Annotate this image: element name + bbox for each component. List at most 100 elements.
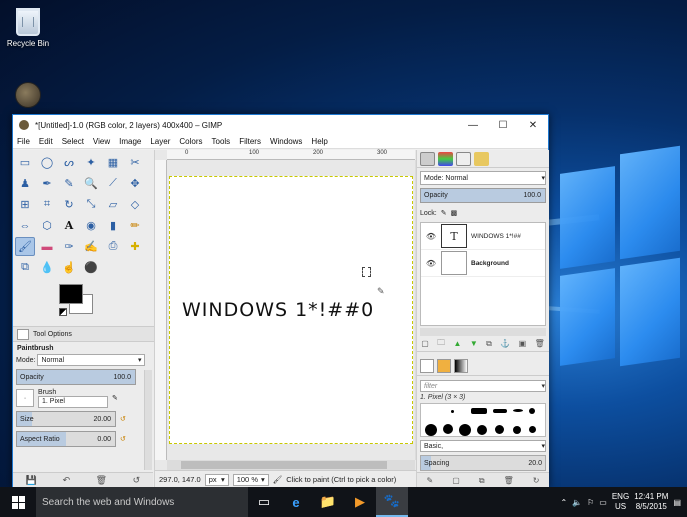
cage-transform-tool-icon[interactable]: ⬡ bbox=[37, 216, 57, 235]
layers-tab-icon[interactable] bbox=[420, 151, 435, 166]
delete-brush-icon[interactable]: 🗑 bbox=[504, 476, 514, 485]
layers-horizontal-scrollbar[interactable] bbox=[420, 328, 546, 336]
save-options-icon[interactable]: 💾 bbox=[26, 475, 37, 486]
color-select-tool-icon[interactable]: ▦ bbox=[103, 153, 123, 172]
brush-name-field[interactable]: 1. Pixel bbox=[38, 395, 108, 408]
scale-tool-icon[interactable]: ⤡ bbox=[81, 195, 101, 214]
size-slider[interactable]: Size 20.00 bbox=[16, 411, 116, 427]
eraser-tool-icon[interactable]: ▬ bbox=[37, 237, 57, 256]
brush-swatch[interactable] bbox=[529, 426, 536, 433]
rotate-tool-icon[interactable]: ↻ bbox=[59, 195, 79, 214]
blur-tool-icon[interactable]: 💧 bbox=[37, 258, 57, 277]
menu-image[interactable]: Image bbox=[119, 137, 141, 146]
layer-mode-select[interactable]: Mode: Normal ▾ bbox=[420, 171, 546, 185]
anchor-layer-icon[interactable]: ⚓ bbox=[500, 339, 510, 348]
heal-tool-icon[interactable]: ✚ bbox=[125, 237, 145, 256]
brush-grid[interactable] bbox=[420, 403, 546, 437]
action-center-warning-icon[interactable]: ⚐ bbox=[587, 498, 594, 507]
refresh-brushes-icon[interactable]: ↻ bbox=[533, 476, 540, 485]
menu-view[interactable]: View bbox=[93, 137, 110, 146]
chevron-up-icon[interactable]: ⌃ bbox=[560, 498, 567, 507]
perspective-tool-icon[interactable]: ◇ bbox=[125, 195, 145, 214]
new-layer-icon[interactable]: ▢ bbox=[421, 339, 429, 348]
gimp-shortcut[interactable] bbox=[3, 82, 53, 112]
tool-options-scrollbar[interactable] bbox=[144, 370, 152, 470]
layer-item[interactable]: 👁 T WINDOWS 1*!## bbox=[421, 223, 545, 250]
taskbar-search-box[interactable]: Search the web and Windows bbox=[36, 487, 248, 517]
brush-preset-select[interactable]: Basic, ▾ bbox=[420, 440, 546, 452]
edit-brush-icon[interactable]: ✎ bbox=[427, 476, 434, 485]
layer-item[interactable]: 👁 Background bbox=[421, 250, 545, 277]
foreground-select-tool-icon[interactable]: ♟ bbox=[15, 174, 35, 193]
menu-help[interactable]: Help bbox=[311, 137, 327, 146]
ink-tool-icon[interactable]: ✍ bbox=[81, 237, 101, 256]
brush-swatch[interactable] bbox=[513, 409, 523, 412]
tool-options-tab[interactable]: Tool Options bbox=[13, 326, 154, 342]
menu-file[interactable]: File bbox=[17, 137, 30, 146]
gimp-taskbar-icon[interactable]: 🐾 bbox=[376, 487, 408, 517]
airbrush-tool-icon[interactable]: ✑ bbox=[59, 237, 79, 256]
brush-swatch[interactable] bbox=[477, 425, 487, 435]
action-center-icon[interactable]: ▤ bbox=[673, 498, 681, 507]
menu-tools[interactable]: Tools bbox=[212, 137, 231, 146]
vertical-ruler[interactable] bbox=[155, 160, 167, 460]
clock[interactable]: 12:41 PM 8/5/2015 bbox=[634, 492, 668, 512]
brush-swatch[interactable] bbox=[471, 408, 487, 414]
duplicate-brush-icon[interactable]: ⧉ bbox=[479, 476, 485, 486]
close-button[interactable]: ✕ bbox=[518, 115, 548, 135]
maximize-button[interactable]: ☐ bbox=[488, 115, 518, 135]
smudge-tool-icon[interactable]: ☝ bbox=[59, 258, 79, 277]
new-brush-icon[interactable]: ▢ bbox=[452, 476, 460, 485]
pencil-tool-icon[interactable]: ✏ bbox=[125, 216, 145, 235]
volume-icon[interactable]: 🔈 bbox=[572, 498, 582, 507]
brushes-tab-icon[interactable] bbox=[420, 358, 434, 373]
aspect-slider[interactable]: Aspect Ratio 0.00 bbox=[16, 431, 116, 447]
paths-tab-icon[interactable] bbox=[456, 151, 471, 166]
menu-windows[interactable]: Windows bbox=[270, 137, 302, 146]
fuzzy-select-tool-icon[interactable]: ✦ bbox=[81, 153, 101, 172]
bucket-fill-tool-icon[interactable]: ◉ bbox=[81, 216, 101, 235]
brush-swatch[interactable] bbox=[529, 408, 535, 414]
raise-layer-icon[interactable]: ▲ bbox=[454, 339, 462, 348]
duplicate-layer-icon[interactable]: ⧉ bbox=[486, 339, 492, 349]
channels-tab-icon[interactable] bbox=[438, 151, 453, 166]
menu-select[interactable]: Select bbox=[62, 137, 84, 146]
undo-history-tab-icon[interactable] bbox=[474, 151, 489, 166]
lower-layer-icon[interactable]: ▼ bbox=[470, 339, 478, 348]
mask-layer-icon[interactable]: ▣ bbox=[519, 339, 527, 348]
media-player-icon[interactable]: ▶ bbox=[344, 487, 376, 517]
paths-tool-icon[interactable]: ✒ bbox=[37, 174, 57, 193]
reset-size-icon[interactable]: ↺ bbox=[120, 415, 126, 423]
brush-swatch[interactable] bbox=[513, 426, 521, 434]
canvas-horizontal-scrollbar[interactable] bbox=[167, 460, 415, 470]
scissors-tool-icon[interactable]: ✂ bbox=[125, 153, 145, 172]
text-tool-icon[interactable]: A bbox=[59, 216, 79, 235]
clone-tool-icon[interactable]: ⎙ bbox=[103, 237, 123, 256]
edge-browser-icon[interactable]: e bbox=[280, 487, 312, 517]
title-bar[interactable]: *[Untitled]-1.0 (RGB color, 2 layers) 40… bbox=[13, 115, 548, 135]
flip-tool-icon[interactable]: ⇔ bbox=[15, 216, 35, 235]
minimize-button[interactable]: — bbox=[458, 115, 488, 135]
blend-tool-icon[interactable]: ▮ bbox=[103, 216, 123, 235]
free-select-tool-icon[interactable]: ᔕ bbox=[59, 153, 79, 172]
unit-select[interactable]: px ▾ bbox=[204, 473, 229, 486]
menu-filters[interactable]: Filters bbox=[239, 137, 261, 146]
gradients-tab-icon[interactable] bbox=[454, 358, 468, 373]
start-button[interactable] bbox=[0, 487, 36, 517]
task-view-icon[interactable]: ▭ bbox=[248, 487, 280, 517]
crop-tool-icon[interactable]: ⌗ bbox=[37, 195, 57, 214]
brush-swatch[interactable] bbox=[495, 425, 504, 434]
brush-swatch[interactable] bbox=[451, 410, 454, 413]
zoom-select[interactable]: 100 % ▾ bbox=[232, 473, 269, 486]
lock-alpha-icon[interactable]: ▩ bbox=[451, 209, 458, 217]
edit-brush-icon[interactable]: ✎ bbox=[112, 394, 118, 402]
recycle-bin-shortcut[interactable]: Recycle Bin bbox=[3, 8, 53, 48]
eye-icon[interactable]: 👁 bbox=[421, 232, 441, 241]
default-colors-icon[interactable] bbox=[59, 308, 67, 316]
brush-swatch[interactable] bbox=[459, 424, 471, 436]
brush-preview[interactable]: · bbox=[16, 389, 34, 407]
rect-select-tool-icon[interactable]: ▭ bbox=[15, 153, 35, 172]
menu-colors[interactable]: Colors bbox=[179, 137, 202, 146]
menu-layer[interactable]: Layer bbox=[150, 137, 170, 146]
delete-layer-icon[interactable]: 🗑 bbox=[535, 339, 545, 348]
